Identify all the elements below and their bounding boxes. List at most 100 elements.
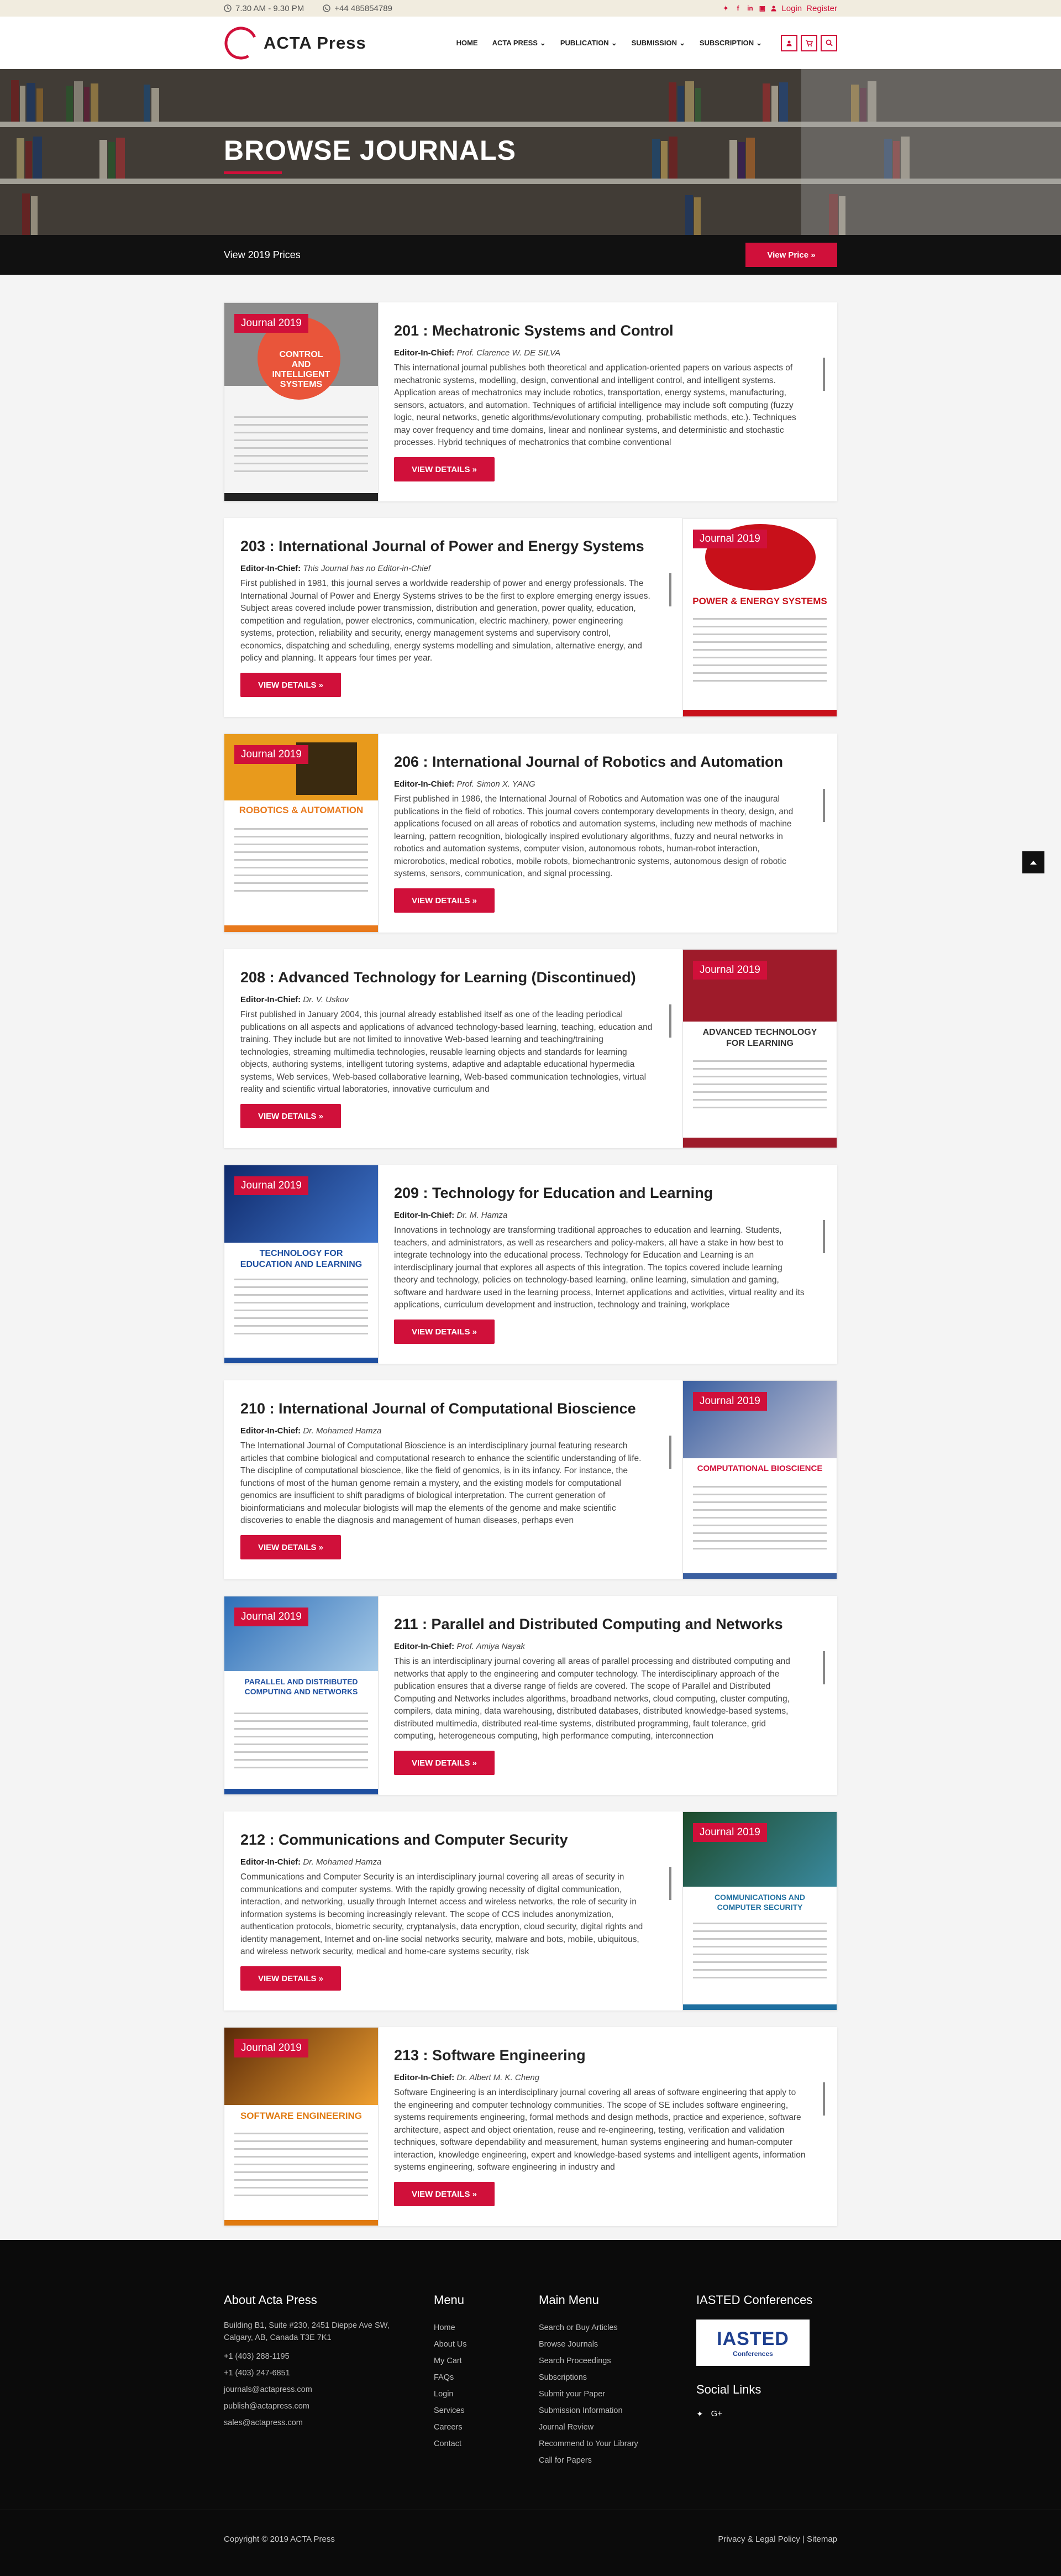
editor-name: Dr. Mohamed Hamza <box>303 1426 382 1436</box>
description-scrollbar[interactable] <box>823 1220 825 1253</box>
register-link[interactable]: Register <box>806 4 837 13</box>
journal-title[interactable]: 203 : International Journal of Power and… <box>240 538 666 555</box>
hours-text: 7.30 AM - 9.30 PM <box>235 3 304 13</box>
journal-title[interactable]: 206 : International Journal of Robotics … <box>394 753 820 771</box>
hours-info: 7.30 AM - 9.30 PM <box>224 4 304 13</box>
journal-cover[interactable]: TECHNOLOGY FOR EDUCATION AND LEARNING Jo… <box>224 1165 379 1364</box>
journal-title[interactable]: 211 : Parallel and Distributed Computing… <box>394 1616 820 1633</box>
library-shelves-background <box>0 69 1061 235</box>
logo-text: ACTA Press <box>264 33 366 53</box>
description-scrollbar[interactable] <box>823 1651 825 1684</box>
login-link[interactable]: Login <box>781 4 802 13</box>
nav-home[interactable]: HOME <box>456 39 478 47</box>
view-details-button[interactable]: VIEW DETAILS » <box>394 2182 495 2206</box>
twitter-icon[interactable]: ✦ <box>696 2409 703 2419</box>
footer-menu-services[interactable]: Services <box>434 2402 539 2419</box>
view-details-button[interactable]: VIEW DETAILS » <box>240 1966 341 1991</box>
cover-journal-name: CONTROL AND INTELLIGENT SYSTEMS <box>272 350 330 389</box>
journal-cover[interactable]: ROBOTICS & AUTOMATION Journal 2019 <box>224 734 379 933</box>
cover-journal-name: SOFTWARE ENGINEERING <box>240 2111 363 2121</box>
journal-cover[interactable]: POWER & ENERGY SYSTEMS Journal 2019 <box>682 518 837 717</box>
footer-link-search-articles[interactable]: Search or Buy Articles <box>539 2320 696 2336</box>
journal-cover[interactable]: COMPUTATIONAL BIOSCIENCE Journal 2019 <box>682 1380 837 1579</box>
view-details-button[interactable]: VIEW DETAILS » <box>394 1320 495 1344</box>
scroll-to-top-button[interactable] <box>1022 851 1044 873</box>
journal-title[interactable]: 213 : Software Engineering <box>394 2047 820 2064</box>
view-details-button[interactable]: VIEW DETAILS » <box>394 888 495 913</box>
journal-description: This international journal publishes bot… <box>394 363 796 447</box>
google-plus-icon[interactable]: ▣ <box>758 4 766 12</box>
footer-link-journal-review[interactable]: Journal Review <box>539 2419 696 2436</box>
google-plus-icon[interactable]: G+ <box>711 2409 722 2419</box>
chevron-down-icon: ⌄ <box>539 38 546 47</box>
footer-menu-login[interactable]: Login <box>434 2386 539 2402</box>
footer-link-recommend-library[interactable]: Recommend to Your Library <box>539 2436 696 2452</box>
copyright-text: Copyright © 2019 ACTA Press <box>224 2535 335 2544</box>
nav-subscription[interactable]: SUBSCRIPTION ⌄ <box>700 39 762 48</box>
footer-link-search-proceedings[interactable]: Search Proceedings <box>539 2353 696 2369</box>
view-details-button[interactable]: VIEW DETAILS » <box>240 1104 341 1128</box>
view-details-button[interactable]: VIEW DETAILS » <box>394 1751 495 1775</box>
description-scrollbar[interactable] <box>823 789 825 822</box>
footer-link-submit-paper[interactable]: Submit your Paper <box>539 2386 696 2402</box>
footer-phone-2[interactable]: +1 (403) 247-6851 <box>224 2365 434 2381</box>
journal-cover[interactable]: COMMUNICATIONS AND COMPUTER SECURITY Jou… <box>682 1811 837 2010</box>
journal-title[interactable]: 210 : International Journal of Computati… <box>240 1400 666 1417</box>
description-scrollbar[interactable] <box>669 1436 671 1469</box>
journal-list: CONTROL AND INTELLIGENT SYSTEMS Journal … <box>0 275 1061 2226</box>
journal-cover[interactable]: CONTROL AND INTELLIGENT SYSTEMS Journal … <box>224 302 379 501</box>
journal-title[interactable]: 208 : Advanced Technology for Learning (… <box>240 969 666 986</box>
footer-link-submission-info[interactable]: Submission Information <box>539 2402 696 2419</box>
journal-year-tag: Journal 2019 <box>693 1823 767 1842</box>
footer-link-call-for-papers[interactable]: Call for Papers <box>539 2452 696 2469</box>
footer-menu-cart[interactable]: My Cart <box>434 2353 539 2369</box>
description-scrollbar[interactable] <box>669 1004 671 1038</box>
iasted-logo[interactable]: IASTED Conferences <box>696 2320 810 2366</box>
footer-email-1[interactable]: journals@actapress.com <box>224 2381 434 2398</box>
logo-mark-icon <box>224 27 258 59</box>
journal-title[interactable]: 212 : Communications and Computer Securi… <box>240 1831 666 1849</box>
top-bar: 7.30 AM - 9.30 PM +44 485854789 ✦ f in ▣… <box>0 0 1061 17</box>
journal-year-tag: Journal 2019 <box>234 1176 308 1195</box>
account-button[interactable] <box>781 34 797 51</box>
phone-info: +44 485854789 <box>323 4 392 13</box>
footer-phone-1[interactable]: +1 (403) 288-1195 <box>224 2348 434 2365</box>
nav-submission[interactable]: SUBMISSION ⌄ <box>632 39 685 48</box>
footer-menu-about[interactable]: About Us <box>434 2336 539 2353</box>
twitter-icon[interactable]: ✦ <box>722 4 729 12</box>
description-scrollbar[interactable] <box>669 573 671 606</box>
journal-cover[interactable]: PARALLEL AND DISTRIBUTED COMPUTING AND N… <box>224 1596 379 1795</box>
view-details-button[interactable]: VIEW DETAILS » <box>394 457 495 481</box>
view-price-button[interactable]: View Price » <box>745 243 837 267</box>
footer-menu-faqs[interactable]: FAQs <box>434 2369 539 2386</box>
facebook-icon[interactable]: f <box>734 4 742 12</box>
editor-name: Prof. Amiya Nayak <box>456 1642 525 1651</box>
footer-legal-links[interactable]: Privacy & Legal Policy | Sitemap <box>718 2535 837 2544</box>
journal-title[interactable]: 209 : Technology for Education and Learn… <box>394 1185 820 1202</box>
cart-button[interactable] <box>801 34 817 51</box>
journal-card: PARALLEL AND DISTRIBUTED COMPUTING AND N… <box>224 1596 837 1795</box>
description-scrollbar[interactable] <box>669 1867 671 1900</box>
view-details-button[interactable]: VIEW DETAILS » <box>240 673 341 697</box>
nav-acta-press[interactable]: ACTA PRESS ⌄ <box>492 39 546 48</box>
footer-menu-contact[interactable]: Contact <box>434 2436 539 2452</box>
footer-menu-careers[interactable]: Careers <box>434 2419 539 2436</box>
journal-title[interactable]: 201 : Mechatronic Systems and Control <box>394 322 820 339</box>
nav-publication[interactable]: PUBLICATION ⌄ <box>560 39 617 48</box>
footer-link-subscriptions[interactable]: Subscriptions <box>539 2369 696 2386</box>
journal-editor: Editor-In-Chief: Dr. Mohamed Hamza <box>240 1426 666 1436</box>
site-logo[interactable]: ACTA Press <box>224 26 366 60</box>
journal-cover[interactable]: SOFTWARE ENGINEERING Journal 2019 <box>224 2027 379 2226</box>
footer-menu-home[interactable]: Home <box>434 2320 539 2336</box>
view-details-button[interactable]: VIEW DETAILS » <box>240 1535 341 1559</box>
journal-cover[interactable]: ADVANCED TECHNOLOGY FOR LEARNING Journal… <box>682 949 837 1148</box>
linkedin-icon[interactable]: in <box>746 4 754 12</box>
description-scrollbar[interactable] <box>823 358 825 391</box>
journal-year-tag: Journal 2019 <box>234 745 308 764</box>
title-underline <box>224 171 282 174</box>
description-scrollbar[interactable] <box>823 2082 825 2116</box>
search-button[interactable] <box>821 34 837 51</box>
footer-email-2[interactable]: publish@actapress.com <box>224 2398 434 2415</box>
footer-email-3[interactable]: sales@actapress.com <box>224 2415 434 2431</box>
footer-link-browse-journals[interactable]: Browse Journals <box>539 2336 696 2353</box>
